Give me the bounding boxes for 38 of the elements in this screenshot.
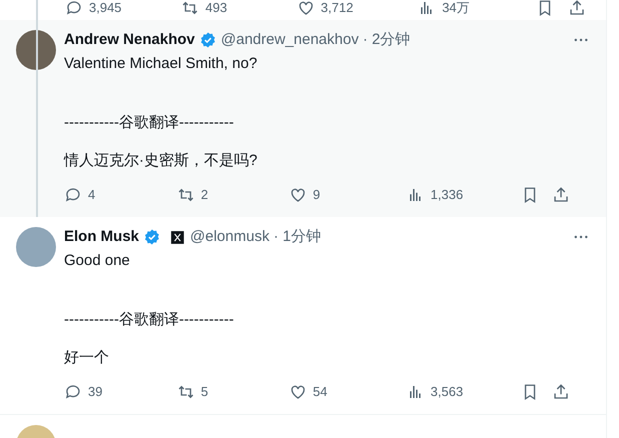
reply-icon[interactable] — [64, 383, 82, 401]
share-icon[interactable] — [552, 186, 570, 204]
user-name[interactable]: Andrew Nenakhov — [64, 28, 195, 52]
user-handle[interactable]: @elonmusk — [190, 226, 270, 248]
post-text: -----------谷歌翻译----------- — [64, 310, 235, 330]
heart-icon[interactable] — [296, 0, 315, 17]
retweet-count: 493 — [205, 0, 228, 18]
retweet-count: 2 — [200, 186, 208, 204]
retweet-icon[interactable] — [181, 0, 200, 17]
views-count: 3,563 — [430, 383, 464, 402]
share-icon[interactable] — [552, 383, 570, 401]
post-time[interactable]: · 2分钟 — [362, 28, 410, 52]
views-count: 34万 — [442, 0, 470, 18]
reply-count: 4 — [88, 186, 96, 204]
post-text: -----------谷歌翻译----------- — [64, 113, 235, 133]
retweet-icon[interactable] — [176, 383, 195, 401]
views-count: 1,336 — [430, 186, 464, 204]
like-count: 54 — [312, 383, 328, 402]
post-text: Good one — [64, 251, 131, 271]
like-count: 3,712 — [320, 0, 354, 18]
user-handle[interactable]: @andrew_nenakhov — [220, 28, 359, 52]
reply-count: 39 — [88, 383, 102, 402]
avatar-placeholder — [16, 30, 56, 70]
post-text: 好一个 — [64, 348, 110, 368]
retweet-icon[interactable] — [176, 186, 195, 204]
heart-icon[interactable] — [288, 186, 307, 204]
reply-icon[interactable] — [64, 186, 82, 204]
reply-icon[interactable] — [65, 0, 83, 17]
avatar-placeholder — [16, 227, 56, 267]
share-icon[interactable] — [568, 0, 586, 17]
post-time[interactable]: · 1分钟 — [273, 226, 321, 248]
post-text: 情人迈克尔·史密斯，不是吗? — [64, 151, 258, 171]
user-name[interactable]: Elon Musk — [64, 226, 140, 248]
like-count: 9 — [312, 186, 320, 204]
retweet-count: 5 — [200, 383, 208, 402]
heart-icon[interactable] — [288, 383, 307, 401]
post-text: Valentine Michael Smith, no? — [64, 54, 258, 74]
reply-count: 3,945 — [89, 0, 122, 18]
